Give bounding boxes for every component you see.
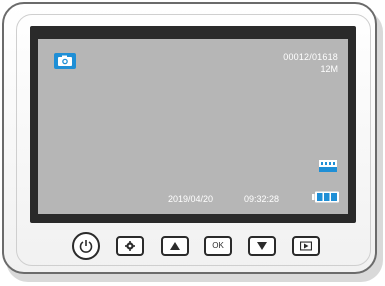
playback-icon xyxy=(300,241,312,251)
playback-button[interactable] xyxy=(292,236,320,256)
camera-icon xyxy=(54,53,76,69)
gear-icon xyxy=(125,241,135,251)
power-icon xyxy=(79,240,93,253)
triangle-down-icon xyxy=(257,242,267,250)
photo-counter: 00012/01618 xyxy=(283,52,338,62)
power-button[interactable] xyxy=(72,232,100,260)
battery-icon xyxy=(312,190,340,203)
time-readout: 09:32:28 xyxy=(244,194,280,204)
sd-card-icon xyxy=(318,159,338,173)
triangle-up-icon xyxy=(170,242,180,250)
settings-button[interactable] xyxy=(116,236,144,256)
date-readout: 2019/04/20 xyxy=(168,194,214,204)
up-button[interactable] xyxy=(161,236,189,256)
resolution-label: 12M xyxy=(320,64,338,74)
ok-button[interactable]: OK xyxy=(204,236,232,256)
lcd-screen: 00012/01618 12M 2019/04/20 09:32:28 xyxy=(38,39,348,214)
down-button[interactable] xyxy=(248,236,276,256)
